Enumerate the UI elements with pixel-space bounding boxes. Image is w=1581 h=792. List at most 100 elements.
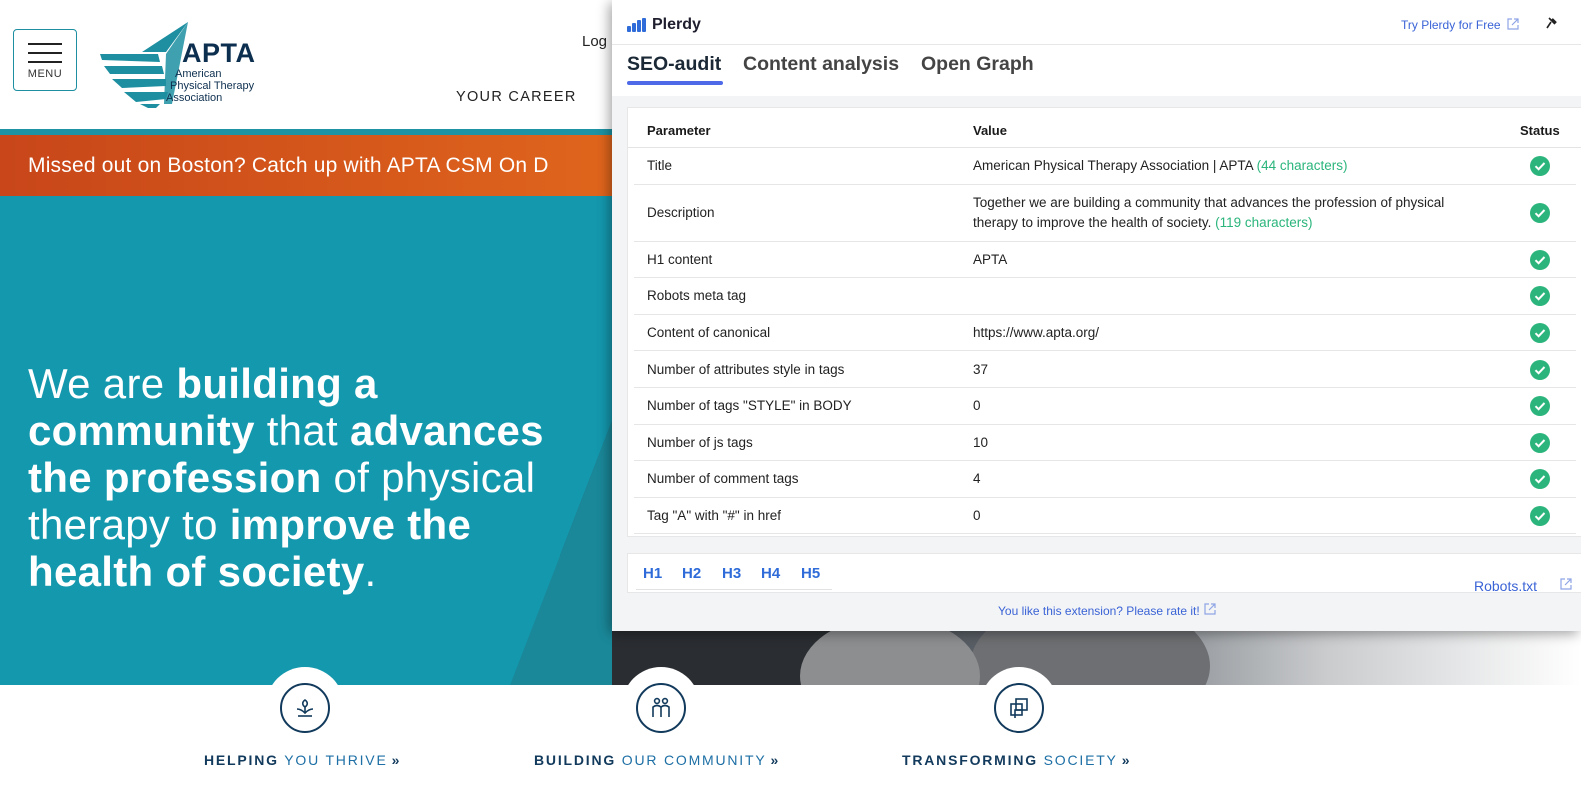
status-ok-icon	[1530, 469, 1550, 490]
pillar-caption-bold: HELPING	[204, 752, 279, 768]
row-value-text: APTA	[973, 251, 1008, 267]
row-parameter: Content of canonical	[647, 325, 771, 341]
table-row: Content of canonical https://www.apta.org…	[634, 315, 1576, 352]
row-value-text: https://www.apta.org/	[973, 325, 1100, 341]
chevron-right-icon: »	[391, 752, 402, 768]
status-ok-icon	[1530, 286, 1550, 307]
heading-tab-h3[interactable]: H3	[722, 565, 741, 582]
column-header-parameter: Parameter	[647, 123, 711, 138]
apta-logo[interactable]: APTA American Physical Therapy Associati…	[100, 22, 275, 108]
row-parameter: Number of comment tags	[647, 471, 799, 487]
pillar-caption-bold: TRANSFORMING	[902, 752, 1038, 768]
tab-open-graph[interactable]: Open Graph	[921, 53, 1034, 76]
row-parameter: Robots meta tag	[647, 288, 747, 304]
table-row: Number of tags "STYLE" in BODY 0	[634, 388, 1576, 425]
table-row: Title American Physical Therapy Associati…	[634, 148, 1576, 185]
active-tab-indicator	[627, 81, 723, 85]
chevron-right-icon: »	[1121, 752, 1132, 768]
hero-headline: We are building a community that advance…	[28, 360, 598, 595]
login-link[interactable]: Log	[582, 33, 607, 50]
logo-subtitle: American Physical Therapy Association	[166, 68, 254, 104]
logo-wordmark: APTA	[182, 38, 256, 68]
browser-page: MENU APTA American Physical Therapy Asso…	[0, 0, 1581, 792]
heading-tab-h4[interactable]: H4	[761, 565, 780, 582]
hero-text-part: .	[364, 548, 377, 595]
nav-your-career[interactable]: YOUR CAREER	[456, 89, 577, 105]
hero-text-part: that	[254, 407, 350, 454]
logo-sub-line: American	[175, 68, 222, 80]
row-value-text: American Physical Therapy Association | …	[973, 158, 1253, 174]
robots-txt-link[interactable]: Robots.txt	[1474, 578, 1537, 594]
logo-sub-line: Association	[166, 92, 223, 104]
row-value: APTA	[973, 250, 1473, 270]
logo-sub-line: Physical Therapy	[170, 80, 255, 92]
chevron-right-icon: »	[770, 752, 781, 768]
column-header-status: Status	[1520, 123, 1560, 138]
row-char-count: (44 characters)	[1256, 158, 1348, 174]
external-link-icon[interactable]	[1559, 577, 1573, 591]
row-char-count: (119 characters)	[1215, 214, 1313, 230]
people-icon	[636, 683, 686, 733]
plant-hands-icon	[280, 683, 330, 733]
menu-button[interactable]: MENU	[13, 29, 77, 91]
heading-tabs-divider	[636, 589, 832, 590]
row-value-text: 37	[973, 361, 989, 377]
row-parameter: Tag "A" with "#" in href	[647, 508, 781, 524]
tab-content-analysis[interactable]: Content analysis	[743, 53, 899, 76]
headings-panel: H1 H2 H3 H4 H5 Robots.txt	[627, 553, 1581, 594]
status-ok-icon	[1530, 506, 1550, 527]
row-value-text: 0	[973, 508, 981, 524]
try-plerdy-link[interactable]: Try Plerdy for Free	[1401, 18, 1501, 32]
tab-seo-audit[interactable]: SEO-audit	[627, 53, 721, 76]
plerdy-topbar: Plerdy Try Plerdy for Free	[612, 0, 1581, 45]
status-ok-icon	[1530, 323, 1550, 344]
pillars-section: HELPING YOU THRIVE» BUILDING OUR COMMUNI…	[0, 667, 1581, 792]
heading-tab-h5[interactable]: H5	[801, 565, 820, 582]
row-value: 10	[973, 433, 1473, 453]
table-row: Robots meta tag	[634, 278, 1576, 315]
status-ok-icon	[1530, 396, 1550, 417]
plerdy-brand: Plerdy	[652, 16, 701, 33]
row-value-text: 4	[973, 471, 981, 487]
heading-tab-h2[interactable]: H2	[682, 565, 701, 582]
seo-audit-table: Parameter Value Status Title American Phy…	[627, 107, 1581, 537]
row-value: https://www.apta.org/	[973, 323, 1473, 343]
row-parameter: Title	[647, 158, 673, 174]
hero-text-part: We are	[28, 360, 177, 407]
hamburger-icon-bar	[28, 52, 62, 54]
status-ok-icon	[1530, 249, 1550, 270]
plerdy-logo[interactable]: Plerdy	[627, 15, 701, 35]
plerdy-extension-panel: Plerdy Try Plerdy for Free SEO-audit Con…	[612, 0, 1581, 631]
pillar-caption-light: SOCIETY	[1043, 752, 1118, 768]
plerdy-bars-icon	[627, 18, 646, 32]
row-value-text: Together we are building a community tha…	[973, 194, 1445, 230]
rate-extension-link[interactable]: You like this extension? Please rate it!	[998, 604, 1200, 618]
table-header: Parameter Value Status	[628, 108, 1581, 148]
status-ok-icon	[1530, 156, 1550, 177]
pillar-caption-bold: BUILDING	[534, 752, 617, 768]
column-header-value: Value	[973, 123, 1007, 138]
hamburger-icon-bar	[28, 61, 62, 63]
status-ok-icon	[1530, 359, 1550, 380]
status-ok-icon	[1530, 432, 1550, 453]
status-ok-icon	[1530, 203, 1550, 224]
row-parameter: Number of js tags	[647, 434, 753, 450]
table-row: Tag "A" with "#" in href 0	[634, 498, 1576, 535]
row-value: 4	[973, 469, 1473, 489]
hamburger-icon	[28, 43, 62, 45]
squares-icon	[994, 683, 1044, 733]
row-parameter: Number of tags "STYLE" in BODY	[647, 398, 852, 414]
row-value-text: 10	[973, 434, 989, 450]
table-row: H1 content APTA	[634, 242, 1576, 279]
table-row: Number of js tags 10	[634, 425, 1576, 462]
row-value: Together we are building a community tha…	[973, 193, 1473, 233]
pillar-caption-light: YOU THRIVE	[284, 752, 388, 768]
external-link-icon[interactable]	[1203, 602, 1217, 616]
external-link-icon[interactable]	[1506, 17, 1520, 31]
heading-tab-h1[interactable]: H1	[643, 565, 662, 582]
plerdy-body: Parameter Value Status Title American Phy…	[612, 96, 1581, 631]
pin-icon[interactable]	[1546, 17, 1558, 31]
row-value-text: 0	[973, 398, 981, 414]
table-row: Number of attributes style in tags 37	[634, 351, 1576, 388]
table-row: Number of comment tags 4	[634, 461, 1576, 498]
